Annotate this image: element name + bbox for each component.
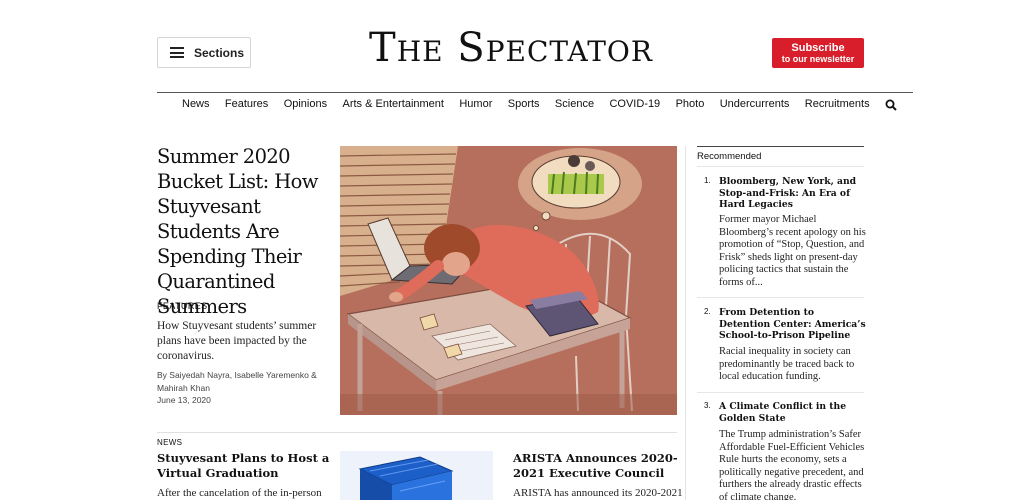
sidebar-divider [685, 146, 686, 500]
recommended-summary-3: The Trump administration’s Safer Afforda… [719, 429, 865, 500]
hamburger-menu-icon [170, 47, 184, 58]
recommended-number: 1. [704, 176, 711, 185]
graduation-cap-image[interactable] [340, 451, 493, 500]
story-summary-arista: ARISTA has announced its 2020-2021 [513, 487, 683, 499]
site-masthead[interactable]: The Spectator [330, 24, 692, 72]
recommended-title-3[interactable]: A Climate Conflict in the Golden State [719, 401, 866, 424]
recommended-divider [697, 297, 864, 298]
subscribe-sublabel: to our newsletter [781, 53, 855, 64]
lead-story-title[interactable]: Summer 2020 Bucket List: How Stuyvesant … [157, 144, 335, 319]
lead-story-section[interactable]: FEATURES [157, 301, 208, 311]
nav-item-opinions[interactable]: Opinions [284, 98, 327, 110]
nav-item-humor[interactable]: Humor [459, 98, 492, 110]
sections-button[interactable]: Sections [157, 37, 251, 68]
lead-story-summary: How Stuyvesant students’ summer plans ha… [157, 320, 317, 362]
recommended-top-rule [697, 146, 864, 147]
recommended-title-2[interactable]: From Detention to Detention Center: Amer… [719, 307, 866, 342]
nav-item-recruitments[interactable]: Recruitments [805, 98, 870, 110]
recommended-divider [697, 166, 864, 167]
subscribe-button[interactable]: Subscribe to our newsletter [772, 38, 864, 68]
nav-item-sports[interactable]: Sports [508, 98, 540, 110]
main-nav: News Features Opinions Arts & Entertainm… [157, 96, 897, 112]
lead-story-date: June 13, 2020 [157, 395, 211, 405]
story-title-virtual-graduation[interactable]: Stuyvesant Plans to Host a Virtual Gradu… [157, 451, 332, 481]
lead-story-illustration[interactable] [340, 146, 677, 415]
nav-item-features[interactable]: Features [225, 98, 268, 110]
section-divider [157, 432, 677, 433]
subscribe-label: Subscribe [791, 41, 845, 54]
recommended-summary-1: Former mayor Michael Bloomberg’s recent … [719, 214, 866, 288]
story-section-label[interactable]: NEWS [157, 438, 182, 447]
nav-item-undercurrents[interactable]: Undercurrents [720, 98, 790, 110]
nav-item-news[interactable]: News [182, 98, 210, 110]
recommended-divider [697, 392, 864, 393]
recommended-heading: Recommended [697, 151, 762, 162]
story-title-arista[interactable]: ARISTA Announces 2020-2021 Executive Cou… [513, 451, 683, 481]
nav-item-photo[interactable]: Photo [676, 98, 705, 110]
story-summary-virtual-graduation: After the cancelation of the in-person [157, 487, 322, 499]
nav-divider [157, 92, 913, 93]
lead-story-byline[interactable]: By Saiyedah Nayra, Isabelle Yaremenko & … [157, 369, 335, 394]
sections-label: Sections [194, 45, 245, 60]
recommended-number: 2. [704, 307, 711, 316]
recommended-number: 3. [704, 401, 711, 410]
recommended-title-1[interactable]: Bloomberg, New York, and Stop-and-Frisk:… [719, 176, 866, 211]
search-icon[interactable] [885, 98, 897, 111]
recommended-summary-2: Racial inequality in society can predomi… [719, 346, 855, 382]
nav-item-arts-entertainment[interactable]: Arts & Entertainment [342, 98, 444, 110]
nav-item-covid-19[interactable]: COVID-19 [609, 98, 660, 110]
nav-item-science[interactable]: Science [555, 98, 594, 110]
